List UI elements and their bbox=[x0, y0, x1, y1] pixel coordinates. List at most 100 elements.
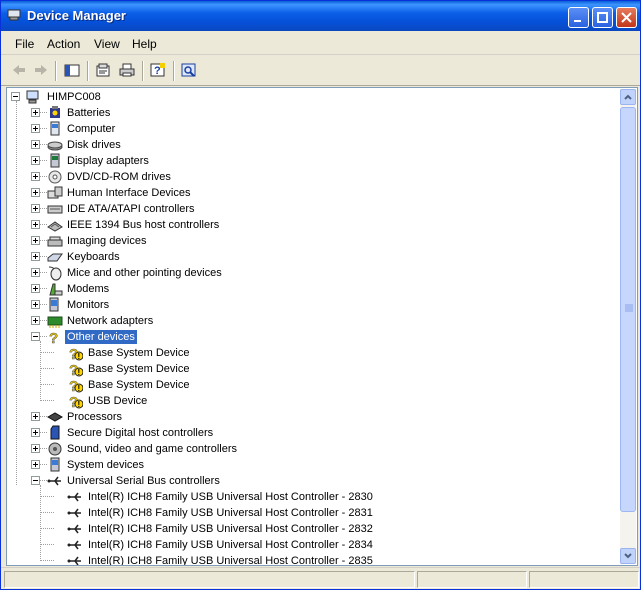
expand-toggle[interactable] bbox=[31, 220, 40, 229]
question-icon: ? bbox=[49, 330, 59, 345]
device-category-label: DVD/CD-ROM drives bbox=[67, 171, 171, 183]
help-icon[interactable]: ? bbox=[149, 62, 167, 78]
scroll-thumb[interactable] bbox=[620, 107, 636, 512]
minimize-button[interactable] bbox=[568, 7, 589, 28]
maximize-icon bbox=[597, 12, 608, 23]
expand-toggle[interactable] bbox=[31, 252, 40, 261]
device-category-label: Batteries bbox=[67, 107, 111, 119]
device-item-label: Intel(R) ICH8 Family USB Universal Host … bbox=[88, 555, 373, 566]
expand-toggle[interactable] bbox=[31, 316, 40, 325]
expand-toggle[interactable] bbox=[31, 188, 40, 197]
computer-root-icon bbox=[26, 90, 39, 104]
device-item-label: Intel(R) ICH8 Family USB Universal Host … bbox=[88, 523, 373, 535]
maximize-button[interactable] bbox=[592, 7, 613, 28]
console-tree-icon[interactable] bbox=[63, 62, 81, 78]
modem-icon bbox=[49, 283, 63, 296]
disk-drive-icon bbox=[47, 141, 63, 151]
device-item-label: USB Device bbox=[88, 395, 148, 407]
expand-toggle[interactable] bbox=[31, 204, 40, 213]
sound-icon bbox=[48, 442, 62, 456]
expand-toggle[interactable] bbox=[31, 124, 40, 133]
print-icon[interactable] bbox=[118, 62, 136, 78]
expand-toggle[interactable] bbox=[31, 108, 40, 117]
svg-text:!: ! bbox=[78, 352, 81, 361]
svg-text:!: ! bbox=[78, 400, 81, 409]
device-category-label: Disk drives bbox=[67, 139, 121, 151]
usb-controller-icon bbox=[67, 524, 81, 534]
hid-icon bbox=[47, 186, 63, 199]
device-manager-window: Device Manager File Action View Help ? H… bbox=[0, 0, 641, 590]
expand-toggle[interactable] bbox=[31, 460, 40, 469]
device-category-label: Network adapters bbox=[67, 315, 154, 327]
chevron-up-icon bbox=[624, 94, 632, 100]
device-category-label: IEEE 1394 Bus host controllers bbox=[67, 219, 220, 231]
toolbar-separator bbox=[142, 61, 144, 81]
device-category-label: Universal Serial Bus controllers bbox=[67, 475, 220, 487]
warning-device-icon: ?! bbox=[69, 346, 83, 361]
minimize-icon bbox=[574, 20, 581, 22]
tree-root-label: HIMPC008 bbox=[47, 91, 101, 103]
device-category-label: Monitors bbox=[67, 299, 110, 311]
expand-toggle[interactable] bbox=[31, 172, 40, 181]
menu-bar: File Action View Help bbox=[1, 32, 640, 55]
close-icon bbox=[621, 12, 632, 23]
device-category-label: Secure Digital host controllers bbox=[67, 427, 214, 439]
mouse-icon bbox=[48, 266, 62, 281]
device-category-label: Sound, video and game controllers bbox=[67, 443, 237, 455]
svg-text:!: ! bbox=[78, 384, 81, 393]
chevron-down-icon bbox=[624, 553, 632, 559]
expand-toggle[interactable] bbox=[31, 444, 40, 453]
expand-toggle[interactable] bbox=[31, 140, 40, 149]
device-item-label: Intel(R) ICH8 Family USB Universal Host … bbox=[88, 491, 373, 503]
expand-toggle[interactable] bbox=[31, 284, 40, 293]
scan-hardware-icon[interactable] bbox=[180, 62, 198, 78]
warning-device-icon: ?! bbox=[69, 394, 83, 409]
close-button[interactable] bbox=[616, 7, 637, 28]
device-tree[interactable]: HIMPC008 Batteries Computer Disk drives Disp… bbox=[6, 87, 638, 566]
expand-toggle[interactable] bbox=[31, 300, 40, 309]
window-title: Device Manager bbox=[27, 8, 126, 23]
battery-icon bbox=[50, 106, 60, 118]
device-category-label: Processors bbox=[67, 411, 123, 423]
device-category-label: Computer bbox=[67, 123, 116, 135]
svg-text:?: ? bbox=[154, 65, 161, 77]
forward-arrow-icon[interactable] bbox=[32, 62, 50, 78]
collapse-toggle[interactable] bbox=[31, 332, 40, 341]
grip-icon bbox=[625, 304, 633, 312]
expand-toggle[interactable] bbox=[31, 236, 40, 245]
back-arrow-icon[interactable] bbox=[10, 62, 28, 78]
device-category-label: IDE ATA/ATAPI controllers bbox=[67, 203, 195, 215]
vertical-scrollbar[interactable] bbox=[620, 89, 636, 564]
device-item-label: Base System Device bbox=[88, 363, 190, 375]
usb-controller-icon bbox=[67, 556, 81, 565]
usb-controller-icon bbox=[67, 492, 81, 502]
expand-toggle[interactable] bbox=[31, 156, 40, 165]
toolbar-separator bbox=[55, 61, 57, 81]
dvd-drive-icon bbox=[48, 170, 62, 184]
properties-icon[interactable] bbox=[94, 62, 112, 78]
status-pane-secondary bbox=[417, 571, 527, 588]
expand-toggle[interactable] bbox=[31, 268, 40, 277]
usb-controller-icon bbox=[67, 540, 81, 550]
collapse-toggle[interactable] bbox=[11, 92, 20, 101]
expand-toggle[interactable] bbox=[31, 412, 40, 421]
collapse-toggle[interactable] bbox=[31, 476, 40, 485]
menu-action[interactable]: Action bbox=[47, 37, 80, 51]
expand-toggle[interactable] bbox=[31, 428, 40, 437]
scroll-up-button[interactable] bbox=[620, 89, 636, 105]
menu-help[interactable]: Help bbox=[132, 37, 157, 51]
scroll-down-button[interactable] bbox=[620, 548, 636, 564]
system-device-icon bbox=[50, 457, 60, 472]
title-bar[interactable]: Device Manager bbox=[1, 1, 640, 31]
menu-view[interactable]: View bbox=[94, 37, 120, 51]
device-category-label: Display adapters bbox=[67, 155, 149, 167]
imaging-icon bbox=[47, 236, 63, 247]
menu-file[interactable]: File bbox=[15, 37, 34, 51]
usb-icon bbox=[47, 476, 61, 486]
status-pane-tertiary bbox=[529, 571, 639, 588]
device-item-label: Intel(R) ICH8 Family USB Universal Host … bbox=[88, 507, 373, 519]
device-item-label: Intel(R) ICH8 Family USB Universal Host … bbox=[88, 539, 373, 551]
svg-text:?: ? bbox=[49, 330, 58, 345]
status-pane-main bbox=[4, 571, 415, 588]
ide-controller-icon bbox=[47, 205, 63, 214]
